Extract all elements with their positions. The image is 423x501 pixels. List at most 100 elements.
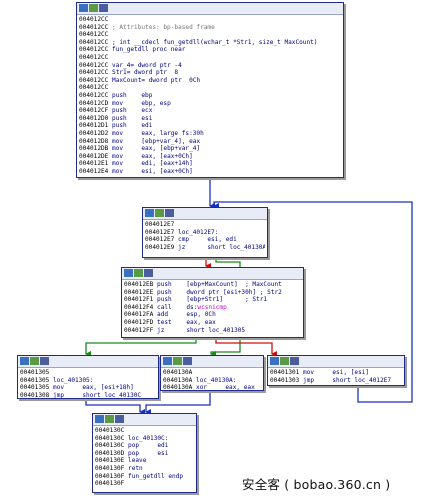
graph-node-body[interactable]: 004012EB push [ebp+MaxCount] ; MaxCount 0… bbox=[121, 267, 304, 338]
code-line[interactable]: 0040130F fun_getdll endp bbox=[95, 473, 194, 481]
graph-node-exit[interactable]: 0040130C 0040130C loc_40130C: 0040130C pop… bbox=[92, 413, 197, 493]
code-text: mov bbox=[108, 167, 142, 175]
graph-node-color-icon[interactable] bbox=[145, 209, 154, 217]
graph-node-view-icon[interactable] bbox=[105, 415, 114, 423]
code-address: 004012CF bbox=[79, 107, 109, 115]
code-line[interactable]: 0040130C pop edi bbox=[95, 442, 194, 450]
code-line[interactable]: 004012CC ; int __cdecl fun_getdll(wchar_… bbox=[79, 39, 341, 47]
graph-node-color-icon[interactable] bbox=[79, 4, 88, 12]
code-line[interactable]: 004012EE push dword ptr [esi+30h] ; Str2 bbox=[124, 289, 301, 297]
node-code: 0040130C 0040130C loc_40130C: 0040130C pop… bbox=[93, 426, 196, 489]
code-line[interactable]: 004012FF jz short loc_401305 bbox=[124, 327, 301, 335]
graph-node-list-icon[interactable] bbox=[144, 269, 153, 277]
code-line[interactable]: 004012CC push ebp bbox=[79, 92, 341, 100]
code-line[interactable]: 00401305 mov eax, [esi+18h] bbox=[20, 384, 156, 392]
graph-node-color-icon[interactable] bbox=[124, 269, 133, 277]
code-line[interactable]: 00401305 loc_401305: bbox=[20, 377, 156, 385]
code-line[interactable]: 004012E7 loc_4012E7: bbox=[145, 229, 265, 237]
graph-node-next[interactable]: 00401301 mov esi, [esi] 00401303 jmp shor… bbox=[267, 355, 405, 386]
code-text: mov bbox=[108, 137, 142, 145]
code-text: esi, [eax+0Ch] bbox=[141, 167, 193, 175]
code-line[interactable]: 004012DB mov eax, [ebp+var_4] bbox=[79, 145, 341, 153]
code-address: 004012EB bbox=[124, 281, 154, 288]
code-line[interactable]: 004012CC Str1= dword ptr 8 bbox=[79, 69, 341, 77]
graph-node-color-icon[interactable] bbox=[20, 357, 29, 365]
graph-node-list-icon[interactable] bbox=[115, 415, 124, 423]
graph-node-view-icon[interactable] bbox=[280, 357, 289, 365]
edge-body-to-found bbox=[85, 337, 197, 357]
code-line[interactable]: 00401303 jmp short loc_4012E7 bbox=[270, 377, 402, 385]
code-address: 004012F1 bbox=[124, 296, 154, 304]
code-line[interactable]: 0040130F bbox=[95, 480, 194, 488]
graph-node-color-icon[interactable] bbox=[270, 357, 279, 365]
code-line[interactable]: 0040130F retn bbox=[95, 465, 194, 473]
code-address: 00401308 bbox=[20, 391, 50, 399]
code-line[interactable]: 004012CD mov ebp, esp bbox=[79, 100, 341, 108]
graph-node-loop[interactable]: 004012E7 004012E7 loc_4012E7: 004012E7 cmp… bbox=[142, 207, 268, 258]
code-line[interactable]: 004012D1 push edi bbox=[79, 122, 341, 130]
graph-node-found[interactable]: 00401305 00401305 loc_401305: 00401305 mov… bbox=[17, 355, 159, 399]
code-text: short loc_40130A bbox=[207, 243, 265, 251]
code-line[interactable]: 004012E4 mov esi, [eax+0Ch] bbox=[79, 168, 341, 176]
code-line[interactable]: 004012FD test eax, eax bbox=[124, 319, 301, 327]
graph-node-view-icon[interactable] bbox=[173, 357, 182, 365]
code-line[interactable]: 004012E7 cmp esi, edi bbox=[145, 236, 265, 244]
code-line[interactable]: 004012CC bbox=[79, 54, 341, 62]
node-code: 004012CC 004012CC ; Attributes: bp-based … bbox=[77, 15, 343, 176]
graph-node-entry[interactable]: 004012CC 004012CC ; Attributes: bp-based … bbox=[76, 2, 344, 178]
code-line[interactable]: 0040130D pop esi bbox=[95, 450, 194, 458]
graph-node-view-icon[interactable] bbox=[89, 4, 98, 12]
graph-node-view-icon[interactable] bbox=[155, 209, 164, 217]
code-line[interactable]: 004012EB push [ebp+MaxCount] ; MaxCount bbox=[124, 281, 301, 289]
graph-node-view-icon[interactable] bbox=[134, 269, 143, 277]
graph-node-color-icon[interactable] bbox=[95, 415, 104, 423]
code-text: loc_40130C: bbox=[124, 434, 169, 442]
code-line[interactable]: 0040130E leave bbox=[95, 457, 194, 465]
code-line[interactable]: 00401305 bbox=[20, 369, 156, 377]
code-line[interactable]: 004012CC bbox=[79, 16, 341, 24]
code-address: 004012CC bbox=[79, 23, 109, 31]
code-line[interactable]: 0040130A bbox=[163, 369, 261, 377]
code-line[interactable]: 00401308 jmp short loc_40130C bbox=[20, 392, 156, 400]
code-address: 004012CC bbox=[79, 91, 109, 99]
code-line[interactable]: 004012CC MaxCount= dword ptr 0Ch bbox=[79, 77, 341, 85]
graph-node-list-icon[interactable] bbox=[165, 209, 174, 217]
code-line[interactable]: 004012E1 mov edi, [eax+14h] bbox=[79, 160, 341, 168]
code-line[interactable]: 004012CC ; Attributes: bp-based frame bbox=[79, 24, 341, 32]
code-text: short loc_4012E7 bbox=[332, 376, 392, 384]
code-line[interactable]: 004012F4 call ds:wcsnicmp bbox=[124, 304, 301, 312]
graph-node-notfound[interactable]: 0040130A 0040130A loc_40130A: 0040130A xor… bbox=[160, 355, 264, 391]
graph-node-list-icon[interactable] bbox=[99, 4, 108, 12]
code-line[interactable]: 004012CC bbox=[79, 84, 341, 92]
code-line[interactable]: 004012CC var_4= dword ptr -4 bbox=[79, 62, 341, 70]
graph-node-list-icon[interactable] bbox=[40, 357, 49, 365]
code-line[interactable]: 004012F1 push [ebp+Str1] ; Str1 bbox=[124, 296, 301, 304]
code-address: 004012CC bbox=[79, 76, 109, 84]
code-line[interactable]: 004012CC bbox=[79, 31, 341, 39]
code-text: loc_401305: bbox=[49, 376, 94, 384]
graph-node-view-icon[interactable] bbox=[30, 357, 39, 365]
code-line[interactable]: 004012D0 push esi bbox=[79, 115, 341, 123]
code-line[interactable]: 004012D2 mov eax, large fs:30h bbox=[79, 130, 341, 138]
code-line[interactable]: 00401301 mov esi, [esi] bbox=[270, 369, 402, 377]
code-text: edi bbox=[141, 122, 153, 130]
graph-node-list-icon[interactable] bbox=[290, 357, 299, 365]
code-line[interactable]: 004012CF push ecx bbox=[79, 107, 341, 115]
code-text: eax, [ebp+var_4] bbox=[141, 145, 201, 153]
code-line[interactable]: 004012CC fun_getdll proc near bbox=[79, 46, 341, 54]
code-text: jz bbox=[153, 326, 187, 334]
code-line[interactable]: 0040130C loc_40130C: bbox=[95, 435, 194, 443]
graph-node-color-icon[interactable] bbox=[163, 357, 172, 365]
code-line[interactable]: 0040130A xor eax, eax bbox=[163, 384, 261, 392]
code-line[interactable]: 004012E7 bbox=[145, 221, 265, 229]
code-line[interactable]: 004012FA add esp, 0Ch bbox=[124, 311, 301, 319]
code-text: eax, large fs:30h bbox=[141, 129, 204, 137]
code-text: mov bbox=[49, 384, 83, 392]
code-text: mov bbox=[108, 129, 142, 137]
code-line[interactable]: 0040130C bbox=[95, 427, 194, 435]
code-line[interactable]: 004012D8 mov [ebp+var_4], eax bbox=[79, 138, 341, 146]
graph-node-list-icon[interactable] bbox=[183, 357, 192, 365]
code-line[interactable]: 004012DE mov eax, [eax+0Ch] bbox=[79, 153, 341, 161]
code-line[interactable]: 004012E9 jz short loc_40130A bbox=[145, 244, 265, 252]
code-line[interactable]: 0040130A loc_40130A: bbox=[163, 377, 261, 385]
